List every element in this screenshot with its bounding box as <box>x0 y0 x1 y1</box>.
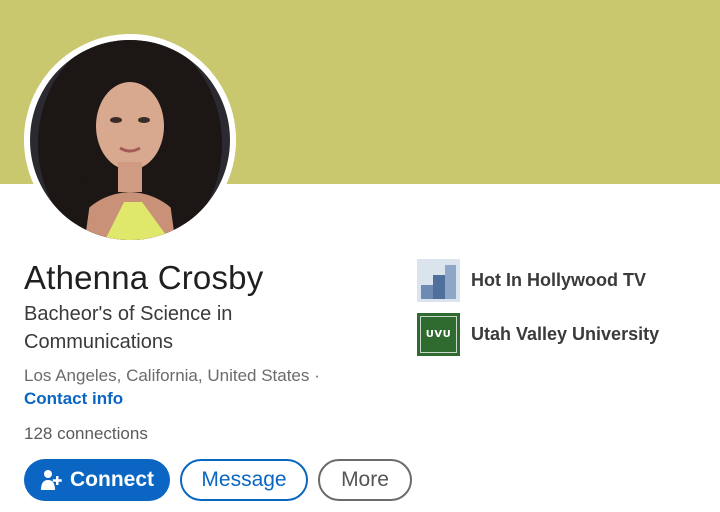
message-label: Message <box>201 468 287 491</box>
building-logo-icon <box>417 259 460 302</box>
connect-button[interactable]: Connect <box>24 459 170 501</box>
profile-name: Athenna Crosby <box>24 259 264 296</box>
education-item-uvu[interactable]: UVU Utah Valley University <box>417 313 659 356</box>
connections-count[interactable]: 128 connections <box>24 424 148 444</box>
message-button[interactable]: Message <box>180 459 308 501</box>
more-button[interactable]: More <box>318 459 412 501</box>
profile-headline: Bacheor's of Science in Communications <box>24 303 233 353</box>
uvu-logo: UVU <box>417 313 460 356</box>
more-label: More <box>341 468 389 491</box>
experience-label: Hot In Hollywood TV <box>471 270 646 290</box>
contact-info-link[interactable]: Contact info <box>24 389 123 409</box>
add-person-icon <box>41 470 62 490</box>
education-label: Utah Valley University <box>471 324 660 344</box>
profile-page: Athenna Crosby Bacheor's of Science in C… <box>0 0 720 512</box>
profile-location: Los Angeles, California, United States · <box>24 366 320 385</box>
experience-item-hot-in-hollywood[interactable]: Hot In Hollywood TV <box>417 259 646 302</box>
connect-label: Connect <box>70 468 154 491</box>
uvu-logo-frame: UVU <box>420 316 457 353</box>
avatar[interactable] <box>24 34 236 246</box>
uvu-logo-text: UVU <box>425 329 452 340</box>
profile-photo <box>24 34 236 246</box>
